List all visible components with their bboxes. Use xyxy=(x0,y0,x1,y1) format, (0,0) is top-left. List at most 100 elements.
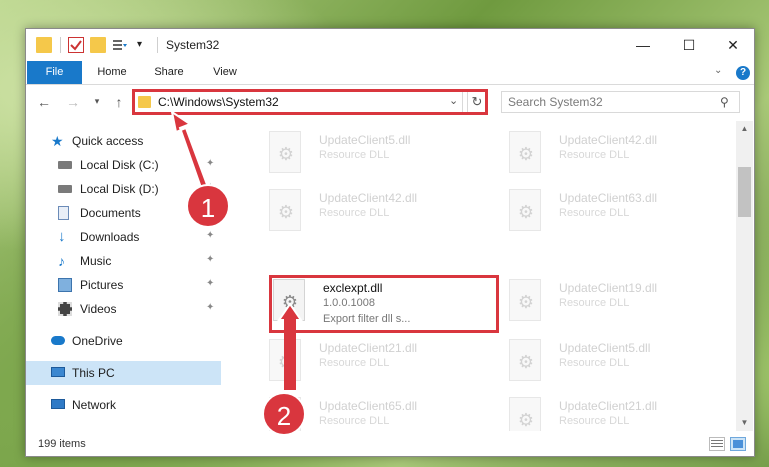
file-name: UpdateClient63.dll xyxy=(559,191,658,205)
sidebar-item-label: Downloads xyxy=(80,230,140,244)
gear-icon: ⚙ xyxy=(277,144,295,164)
documents-icon xyxy=(58,206,69,220)
computer-icon xyxy=(51,367,65,377)
file-item[interactable]: ⚙ UpdateClient42.dll Resource DLL xyxy=(509,127,736,185)
sidebar-item-pictures[interactable]: Pictures ✦ xyxy=(26,273,221,297)
file-item[interactable]: ⚙ UpdateClient63.dll Resource DLL xyxy=(509,185,736,243)
large-icons-view-icon[interactable] xyxy=(730,437,746,451)
search-icon[interactable]: ⚲ xyxy=(720,95,729,109)
scroll-thumb[interactable] xyxy=(738,167,751,217)
sidebar-item-label: Network xyxy=(72,398,117,412)
scroll-up-icon[interactable]: ▲ xyxy=(736,121,753,137)
gear-icon: ⚙ xyxy=(517,202,535,222)
file-item[interactable]: ⚙ UpdateClient5.dll Resource DLL xyxy=(509,335,736,393)
sidebar-item-music[interactable]: ♪ Music ✦ xyxy=(26,249,221,273)
dll-file-icon: ⚙ xyxy=(269,339,301,381)
forward-arrow-icon[interactable]: → xyxy=(64,94,82,110)
minimize-button[interactable]: — xyxy=(620,29,666,61)
vertical-scrollbar[interactable]: ▲ ▼ xyxy=(736,121,753,431)
sidebar-item-label: This PC xyxy=(72,366,115,380)
file-item[interactable]: ⚙ UpdateClient19.dll Resource DLL xyxy=(509,275,736,333)
gear-icon: ⚙ xyxy=(517,410,535,430)
status-bar: 199 items xyxy=(26,431,754,457)
address-highlight-box xyxy=(132,89,488,115)
file-name: UpdateClient21.dll xyxy=(559,399,658,413)
pin-icon: ✦ xyxy=(206,302,215,313)
music-icon: ♪ xyxy=(58,253,65,269)
file-name: UpdateClient19.dll xyxy=(559,281,658,295)
sidebar-item-quick-access[interactable]: ★ Quick access xyxy=(26,129,221,153)
file-name: UpdateClient65.dll xyxy=(319,399,418,413)
videos-icon xyxy=(58,302,72,316)
title-separator xyxy=(157,37,158,53)
file-list: ⚙ UpdateClient5.dll Resource DLL ⚙ Updat… xyxy=(221,121,736,431)
file-description: Resource DLL xyxy=(559,357,630,369)
dll-file-icon: ⚙ xyxy=(509,131,541,173)
window-title: System32 xyxy=(166,38,220,52)
search-input[interactable]: Search System32 ⚲ xyxy=(501,91,740,113)
dll-file-icon: ⚙ xyxy=(509,279,541,321)
sidebar-item-local-disk-c[interactable]: Local Disk (C:) ✦ xyxy=(26,153,221,177)
file-description: Resource DLL xyxy=(319,149,390,161)
dll-file-icon: ⚙ xyxy=(269,131,301,173)
navigation-bar: ← → ▾ ↑ C:\Windows\System32 ⌄ ↻ Search S… xyxy=(26,85,754,121)
recent-locations-icon[interactable]: ▾ xyxy=(88,96,106,107)
file-description: Resource DLL xyxy=(559,207,630,219)
tab-view[interactable]: View xyxy=(202,61,248,84)
sidebar-item-label: OneDrive xyxy=(72,334,123,348)
sidebar-item-onedrive[interactable]: OneDrive xyxy=(26,329,221,353)
file-name: UpdateClient42.dll xyxy=(319,191,418,205)
pin-icon: ✦ xyxy=(206,278,215,289)
file-name: UpdateClient5.dll xyxy=(319,133,411,147)
file-name: UpdateClient21.dll xyxy=(319,341,418,355)
file-name: UpdateClient5.dll xyxy=(559,341,651,355)
drive-icon xyxy=(58,161,72,169)
close-button[interactable]: ✕ xyxy=(710,29,756,61)
expand-ribbon-icon[interactable]: ⌄ xyxy=(714,65,722,76)
gear-icon: ⚙ xyxy=(517,292,535,312)
file-description: Resource DLL xyxy=(319,415,390,427)
file-item[interactable]: ⚙ UpdateClient21.dll Resource DLL xyxy=(269,335,499,393)
drive-icon xyxy=(58,185,72,193)
sidebar-item-network[interactable]: Network xyxy=(26,393,221,417)
dll-file-icon: ⚙ xyxy=(509,189,541,231)
chevron-down-icon[interactable]: ▾ xyxy=(137,37,153,53)
file-description: Resource DLL xyxy=(559,149,630,161)
downloads-icon: ↓ xyxy=(58,228,66,245)
ribbon-tabs: File Home Share View ⌄ ? xyxy=(26,61,754,85)
scroll-down-icon[interactable]: ▼ xyxy=(736,415,753,431)
up-arrow-icon[interactable]: ↑ xyxy=(110,94,128,110)
file-item[interactable]: ⚙ UpdateClient5.dll Resource DLL xyxy=(269,127,499,185)
file-explorer-window: ▾ System32 — ☐ ✕ File Home Share View ⌄ … xyxy=(25,28,755,457)
tab-share[interactable]: Share xyxy=(144,61,194,84)
pin-icon: ✦ xyxy=(206,254,215,265)
customize-qa-icon[interactable] xyxy=(112,37,128,53)
star-icon: ★ xyxy=(51,133,64,149)
pin-icon: ✦ xyxy=(206,230,215,241)
sidebar-item-videos[interactable]: Videos ✦ xyxy=(26,297,221,321)
sidebar-item-this-pc[interactable]: This PC xyxy=(26,361,221,385)
cloud-icon xyxy=(51,336,65,345)
new-folder-icon[interactable] xyxy=(90,37,106,53)
file-description: Resource DLL xyxy=(559,415,630,427)
callout-two: 2 xyxy=(262,392,306,436)
dll-file-icon: ⚙ xyxy=(509,339,541,381)
sidebar-item-downloads[interactable]: ↓ Downloads ✦ xyxy=(26,225,221,249)
gear-icon: ⚙ xyxy=(277,202,295,222)
file-item[interactable]: ⚙ UpdateClient21.dll Resource DLL xyxy=(509,393,736,431)
properties-icon[interactable] xyxy=(68,37,84,53)
title-bar: ▾ System32 — ☐ ✕ xyxy=(26,29,754,61)
sidebar-item-label: Videos xyxy=(80,302,117,316)
sidebar-item-label: Music xyxy=(80,254,112,268)
file-name: UpdateClient42.dll xyxy=(559,133,658,147)
tab-file[interactable]: File xyxy=(27,61,82,84)
help-icon[interactable]: ? xyxy=(736,66,750,80)
maximize-button[interactable]: ☐ xyxy=(666,29,712,61)
back-arrow-icon[interactable]: ← xyxy=(35,94,53,110)
item-count: 199 items xyxy=(38,438,86,450)
sidebar-item-label: Local Disk (D:) xyxy=(80,182,159,196)
details-view-icon[interactable] xyxy=(709,437,725,451)
file-item[interactable]: ⚙ UpdateClient42.dll Resource DLL xyxy=(269,185,499,243)
tab-home[interactable]: Home xyxy=(88,61,136,84)
sidebar-item-label: Quick access xyxy=(72,134,144,148)
